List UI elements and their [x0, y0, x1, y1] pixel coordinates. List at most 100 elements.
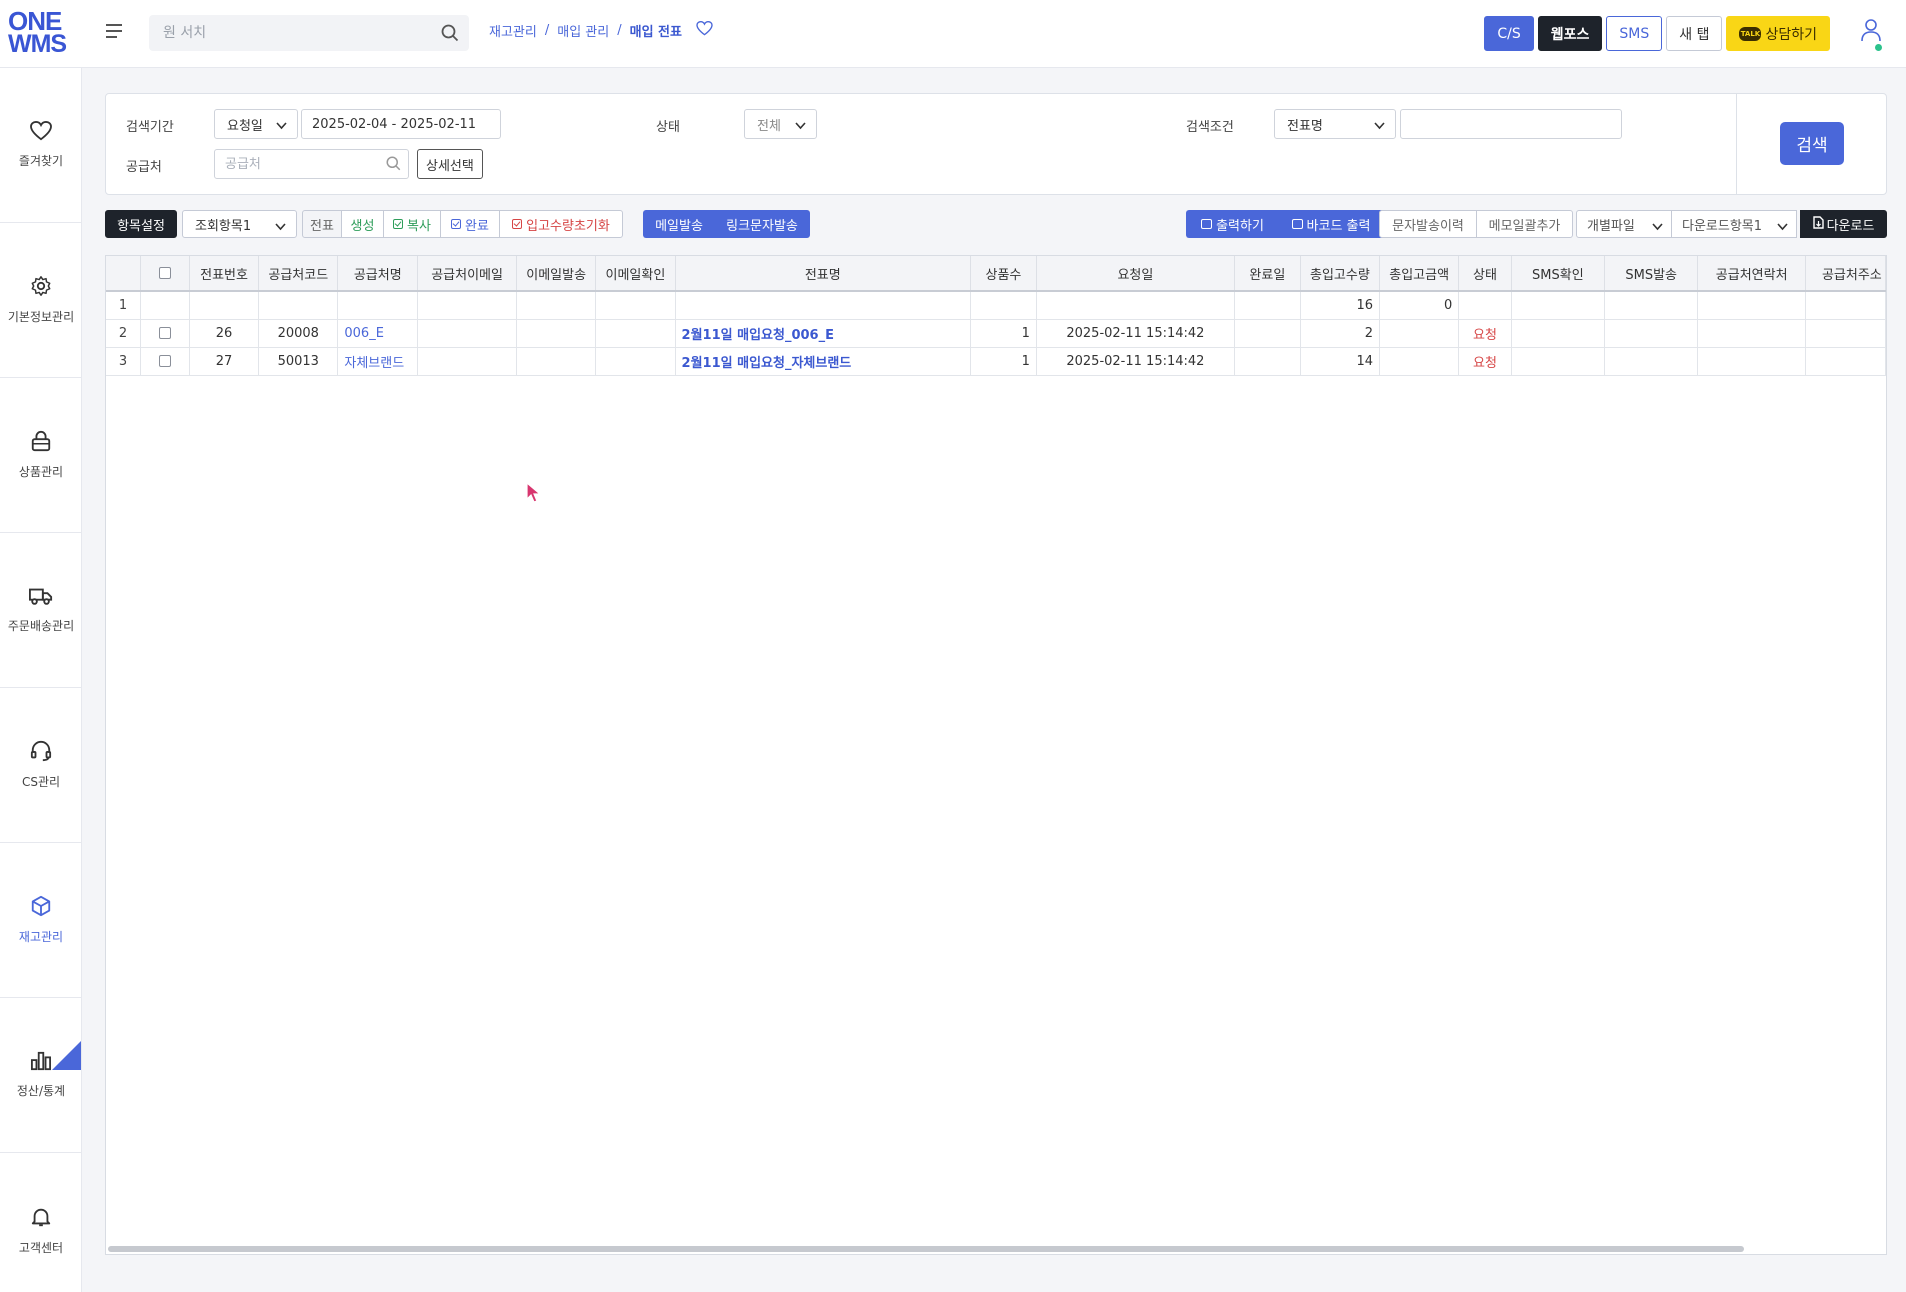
consult-label: 상담하기 [1765, 26, 1817, 43]
row-checkbox[interactable] [158, 327, 171, 339]
slip-no-cell: 26 [189, 319, 260, 348]
gear-icon [30, 275, 52, 300]
link-sms-button[interactable]: 링크문자발송 [714, 210, 810, 238]
col-total-qty[interactable]: 총입고수량 [1300, 256, 1381, 292]
supplier-code-cell: 20008 [258, 319, 339, 348]
consult-button[interactable]: TALK 상담하기 [1726, 16, 1830, 51]
row-number: 3 [106, 347, 141, 376]
sidebar-item-customer-center[interactable]: 고객센터 [0, 1153, 82, 1292]
sidebar-item-label: 기본정보관리 [7, 310, 75, 324]
sidebar-item-settlement[interactable]: 정산/통계 [0, 998, 82, 1153]
chevron-down-icon [1777, 220, 1788, 235]
slip-name-link[interactable]: 2월11일 매입요청_자체브랜드 [675, 347, 972, 376]
view-items-select[interactable]: 조회항목1 [182, 210, 297, 238]
email-sent-cell [516, 319, 597, 348]
sidebar-item-favorites[interactable]: 즐겨찾기 [0, 68, 82, 223]
col-supplier-code[interactable]: 공급처코드 [258, 256, 339, 292]
reset-qty-button[interactable]: 입고수량초기화 [499, 210, 623, 238]
period-type-select[interactable]: 요청일 [214, 109, 298, 139]
memo-bulk-button[interactable]: 메모일괄추가 [1476, 210, 1573, 238]
condition-value: 전표명 [1287, 118, 1323, 134]
user-profile-icon[interactable] [1860, 18, 1882, 46]
date-range-input[interactable]: 2025-02-04 - 2025-02-11 [301, 109, 501, 139]
menu-toggle-icon[interactable] [106, 24, 122, 40]
col-slip-no[interactable]: 전표번호 [189, 256, 260, 292]
new-tab-button[interactable]: 새 탭 [1666, 16, 1723, 51]
complete-label: 완료 [465, 218, 489, 234]
mail-send-button[interactable]: 메일발송 [643, 210, 715, 238]
action-toolbar: 항목설정 조회항목1 전표 생성 복사 완료 입고수량초기화 메일발송 링크문자… [105, 210, 1887, 238]
search-icon[interactable] [441, 24, 459, 46]
condition-select[interactable]: 전표명 [1274, 109, 1396, 139]
supplier-input[interactable] [214, 149, 409, 179]
download-button[interactable]: 다운로드 [1800, 210, 1887, 238]
col-email-sent[interactable]: 이메일발송 [516, 256, 597, 292]
cs-button[interactable]: C/S [1484, 16, 1534, 51]
table-row[interactable]: 3 27 50013 자체브랜드 2월11일 매입요청_자체브랜드 1 2025… [106, 347, 1886, 376]
sms-history-button[interactable]: 문자발송이력 [1379, 210, 1477, 238]
grid-header-row: 전표번호 공급처코드 공급처명 공급처이메일 이메일발송 이메일확인 전표명 상… [106, 256, 1886, 292]
request-date-cell: 2025-02-11 15:14:42 [1036, 319, 1235, 348]
barcode-print-label: 바코드 출력 [1306, 218, 1371, 234]
create-button[interactable]: 생성 [341, 210, 384, 238]
condition-keyword-input[interactable] [1400, 109, 1622, 139]
supplier-name-link[interactable]: 자체브랜드 [337, 347, 419, 376]
mouse-cursor-icon [526, 481, 542, 508]
col-slip-name[interactable]: 전표명 [675, 256, 972, 292]
item-settings-button[interactable]: 항목설정 [105, 210, 177, 238]
row-checkbox[interactable] [158, 355, 171, 367]
individual-file-select[interactable]: 개별파일 [1576, 210, 1672, 238]
copy-button[interactable]: 복사 [383, 210, 441, 238]
col-supplier-contact[interactable]: 공급처연락처 [1697, 256, 1806, 292]
col-sms-checked[interactable]: SMS확인 [1511, 256, 1606, 292]
horizontal-scrollbar[interactable] [108, 1246, 1744, 1252]
sidebar-item-label: CS관리 [21, 775, 61, 789]
col-supplier-email[interactable]: 공급처이메일 [417, 256, 518, 292]
condition-label: 검색조건 [1186, 120, 1234, 135]
barcode-print-button[interactable]: 바코드 출력 [1278, 210, 1384, 238]
supplier-name-link[interactable]: 006_E [337, 319, 419, 348]
breadcrumb-item-purchase[interactable]: 매입 관리 [557, 21, 609, 40]
col-supplier-address[interactable]: 공급처주소 [1805, 256, 1886, 292]
col-status[interactable]: 상태 [1458, 256, 1512, 292]
sms-button[interactable]: SMS [1606, 16, 1663, 51]
supplier-code-cell: 50013 [258, 347, 339, 376]
global-search-input[interactable] [149, 15, 419, 51]
truck-icon [29, 586, 53, 609]
search-button[interactable]: 검색 [1780, 122, 1844, 165]
sidebar-item-basic-info[interactable]: 기본정보관리 [0, 223, 82, 378]
sidebar-item-order-shipping[interactable]: 주문배송관리 [0, 533, 82, 688]
detail-select-button[interactable]: 상세선택 [417, 149, 483, 179]
total-qty-cell: 14 [1300, 347, 1381, 376]
col-complete-date[interactable]: 완료일 [1234, 256, 1301, 292]
select-all-checkbox[interactable] [158, 267, 171, 279]
status-select[interactable]: 전체 [744, 109, 817, 139]
favorite-heart-icon[interactable] [696, 20, 713, 40]
sidebar-item-inventory[interactable]: 재고관리 [0, 843, 82, 998]
complete-date-cell [1234, 347, 1301, 376]
chevron-down-icon [1374, 119, 1385, 134]
printer-icon [1291, 219, 1303, 229]
sidebar-item-products[interactable]: 상품관리 [0, 378, 82, 533]
table-row[interactable]: 2 26 20008 006_E 2월11일 매입요청_006_E 1 2025… [106, 319, 1886, 348]
supplier-search-icon[interactable] [386, 156, 401, 175]
copy-label: 복사 [407, 218, 431, 234]
col-total-amount[interactable]: 총입고금액 [1379, 256, 1460, 292]
col-supplier-name[interactable]: 공급처명 [337, 256, 419, 292]
print-button[interactable]: 출력하기 [1186, 210, 1279, 238]
total-amount-cell [1379, 319, 1460, 348]
breadcrumb-item-inventory[interactable]: 재고관리 [489, 21, 537, 40]
col-item-count[interactable]: 상품수 [970, 256, 1037, 292]
onewms-logo[interactable]: ONE WMS [8, 8, 68, 58]
download-items-select[interactable]: 다운로드항목1 [1671, 210, 1797, 238]
complete-button[interactable]: 완료 [440, 210, 500, 238]
col-request-date[interactable]: 요청일 [1036, 256, 1235, 292]
slip-label: 전표 [302, 210, 342, 238]
webpos-button[interactable]: 웹포스 [1537, 16, 1603, 51]
sidebar-item-cs[interactable]: CS관리 [0, 688, 82, 843]
grid-table: 전표번호 공급처코드 공급처명 공급처이메일 이메일발송 이메일확인 전표명 상… [106, 256, 1886, 376]
col-email-checked[interactable]: 이메일확인 [595, 256, 676, 292]
slip-name-link[interactable]: 2월11일 매입요청_006_E [675, 319, 972, 348]
col-sms-sent[interactable]: SMS발송 [1604, 256, 1699, 292]
file-download-icon [1812, 215, 1824, 233]
